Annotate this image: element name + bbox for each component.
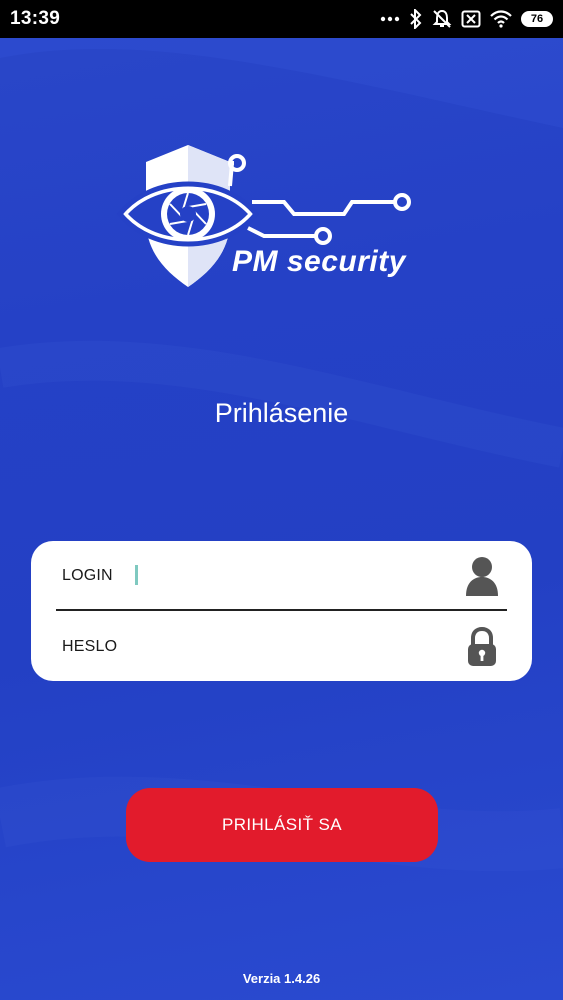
status-bar: 13:39 76 xyxy=(0,0,563,38)
status-time: 13:39 xyxy=(10,8,61,29)
login-button[interactable]: PRIHLÁSIŤ SA xyxy=(126,788,438,862)
status-icons: 76 xyxy=(380,9,553,29)
login-input[interactable] xyxy=(135,557,459,597)
more-dots-icon xyxy=(380,16,400,22)
login-field-row: LOGIN xyxy=(31,541,532,611)
version-label: Verzia 1.4.26 xyxy=(242,971,321,986)
login-form-card: LOGIN HESLO xyxy=(31,541,532,681)
bluetooth-icon xyxy=(410,9,422,29)
battery-level: 76 xyxy=(530,13,544,25)
text-cursor xyxy=(135,565,138,585)
notifications-off-icon xyxy=(432,9,452,28)
login-label: LOGIN xyxy=(62,567,113,584)
password-field-row: HESLO xyxy=(31,612,532,681)
field-divider xyxy=(56,609,507,611)
password-label: HESLO xyxy=(62,638,118,655)
page-title: Prihlásenie xyxy=(214,398,349,428)
brand-name: PM security xyxy=(232,245,406,278)
sim-x-icon xyxy=(461,10,481,28)
wifi-icon xyxy=(490,10,512,28)
lock-icon xyxy=(468,627,496,666)
user-icon xyxy=(466,557,498,596)
battery-icon: 76 xyxy=(521,11,553,27)
password-input[interactable] xyxy=(135,628,459,668)
